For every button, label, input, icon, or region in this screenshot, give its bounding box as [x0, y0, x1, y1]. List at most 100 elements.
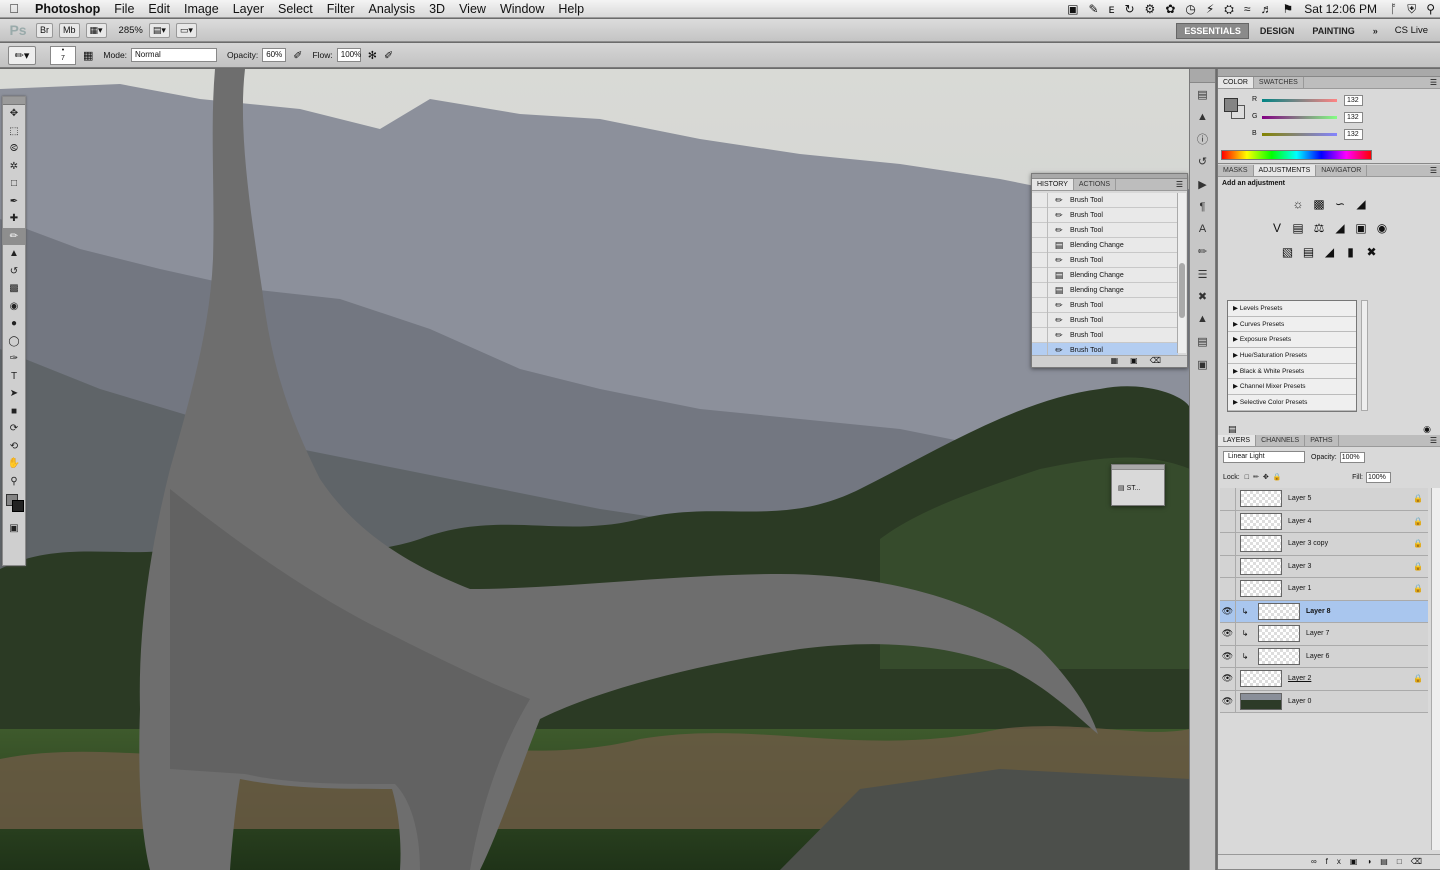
- red-slider[interactable]: R 132: [1252, 95, 1392, 108]
- menu-view[interactable]: View: [452, 2, 493, 16]
- menu-layer[interactable]: Layer: [226, 2, 271, 16]
- history-item[interactable]: ✏ Brush Tool: [1032, 222, 1178, 238]
- camera-snapshot-icon[interactable]: ▣: [1130, 356, 1150, 365]
- mode-select[interactable]: Normal: [131, 48, 218, 62]
- panel-menu-icon[interactable]: ☰: [1430, 165, 1437, 176]
- layer-row[interactable]: 👁 Layer 0: [1220, 690, 1428, 713]
- history-dock-icon[interactable]: ↺: [1190, 151, 1215, 174]
- history-item[interactable]: ✏ Brush Tool: [1032, 297, 1178, 313]
- apple-menu-icon[interactable]: : [0, 1, 28, 16]
- curves-icon[interactable]: ∽: [1330, 197, 1351, 211]
- preset-item[interactable]: ▶ Selective Color Presets: [1228, 395, 1356, 411]
- presets-scrollbar[interactable]: [1361, 300, 1368, 411]
- flag-icon[interactable]: ⚑: [1278, 2, 1299, 16]
- layer-opacity-field[interactable]: 100%: [1339, 451, 1365, 463]
- bridge-button[interactable]: Br: [36, 22, 53, 38]
- history-scroll-thumb[interactable]: [1179, 263, 1185, 318]
- path-selection-tool-icon[interactable]: ➤: [3, 385, 25, 403]
- menu-select[interactable]: Select: [271, 2, 320, 16]
- brush-size-picker[interactable]: • 7: [50, 45, 76, 65]
- vibrance-icon[interactable]: V: [1267, 221, 1288, 235]
- panel-menu-icon[interactable]: ☰: [1430, 77, 1437, 88]
- history-item[interactable]: ✏ Brush Tool: [1032, 192, 1178, 208]
- trash-icon[interactable]: ⌫: [1150, 356, 1173, 365]
- blue-slider-track[interactable]: [1262, 133, 1337, 136]
- screen-mode-button[interactable]: ▭▾: [175, 22, 197, 38]
- history-brush-source[interactable]: [1032, 327, 1048, 343]
- cs-live-menu[interactable]: CS Live: [1389, 25, 1440, 36]
- invert-icon[interactable]: ▧: [1277, 245, 1298, 259]
- menu-app[interactable]: Photoshop: [28, 2, 107, 16]
- layer-row[interactable]: Layer 3 🔒: [1220, 555, 1428, 578]
- zoom-tool-icon[interactable]: ⚲: [3, 473, 25, 491]
- green-slider-track[interactable]: [1262, 116, 1337, 119]
- wifi-icon[interactable]: ≈: [1239, 2, 1256, 16]
- tab-layers[interactable]: LAYERS: [1218, 435, 1257, 446]
- mini-panel-body[interactable]: ▤ ST...: [1112, 470, 1164, 492]
- gradient-map-icon[interactable]: ▮: [1340, 245, 1361, 259]
- brush-panel-toggle-icon[interactable]: ▦: [83, 49, 93, 62]
- visibility-toggle[interactable]: [1220, 510, 1236, 533]
- lock-pixels-icon[interactable]: ✏: [1253, 473, 1259, 481]
- shield-icon[interactable]: ⛨: [1402, 2, 1421, 17]
- flower-icon[interactable]: ✿: [1160, 2, 1180, 16]
- hand-tool-icon[interactable]: ✋: [3, 455, 25, 473]
- zoom-level[interactable]: 285%: [119, 25, 143, 36]
- tab-color[interactable]: COLOR: [1218, 77, 1254, 88]
- preset-item[interactable]: ▶ Black & White Presets: [1228, 364, 1356, 380]
- background-color-swatch[interactable]: [12, 500, 24, 512]
- lasso-tool-icon[interactable]: ⧀: [3, 140, 25, 158]
- blend-mode-select[interactable]: Linear Light: [1223, 451, 1305, 463]
- new-layer-icon[interactable]: □: [1397, 857, 1411, 866]
- trash-icon[interactable]: ⌫: [1411, 857, 1431, 866]
- tab-adjustments[interactable]: ADJUSTMENTS: [1253, 165, 1317, 176]
- menu-help[interactable]: Help: [551, 2, 591, 16]
- tab-masks[interactable]: MASKS: [1218, 165, 1254, 176]
- red-value-field[interactable]: 132: [1344, 95, 1363, 106]
- history-brush-source[interactable]: [1032, 222, 1048, 238]
- history-brush-source[interactable]: [1032, 192, 1048, 208]
- settings-icon[interactable]: ⚙: [1140, 2, 1161, 16]
- type-tool-icon[interactable]: T: [3, 368, 25, 386]
- selective-color-icon[interactable]: ✖: [1361, 245, 1382, 259]
- opacity-field[interactable]: 60%: [262, 48, 287, 62]
- green-slider[interactable]: G 132: [1252, 112, 1392, 125]
- menu-edit[interactable]: Edit: [141, 2, 177, 16]
- tab-history[interactable]: HISTORY: [1032, 179, 1074, 190]
- layer-row[interactable]: Layer 4 🔒: [1220, 510, 1428, 533]
- tools-panel-grip[interactable]: [3, 97, 25, 105]
- preset-item[interactable]: ▶ Curves Presets: [1228, 317, 1356, 333]
- layer-row[interactable]: Layer 1 🔒: [1220, 577, 1428, 601]
- notes-icon[interactable]: ▣: [1190, 353, 1215, 376]
- tool-presets-icon[interactable]: ✖: [1190, 286, 1215, 309]
- camera-icon[interactable]: ▣: [1062, 2, 1083, 16]
- menu-image[interactable]: Image: [177, 2, 226, 16]
- tab-swatches[interactable]: SWATCHES: [1254, 77, 1304, 88]
- photo-filter-icon[interactable]: ▣: [1351, 221, 1372, 235]
- tool-preset-picker[interactable]: ✏ ▾: [8, 45, 36, 65]
- histogram-icon[interactable]: ▲: [1190, 106, 1215, 129]
- brightness-contrast-icon[interactable]: ☼: [1288, 197, 1309, 211]
- adjustment-layer-icon[interactable]: ◑: [1366, 857, 1380, 866]
- workspace-painting[interactable]: PAINTING: [1305, 24, 1361, 38]
- history-item[interactable]: ✏ Brush Tool: [1032, 207, 1178, 223]
- gear-icon[interactable]: ⛭: [1219, 2, 1239, 17]
- dock-grip[interactable]: [1190, 69, 1215, 83]
- add-mask-icon[interactable]: ▣: [1350, 857, 1367, 866]
- threshold-icon[interactable]: ◢: [1319, 245, 1340, 259]
- tablet-size-pressure-icon[interactable]: ✐: [384, 49, 393, 62]
- shape-tool-icon[interactable]: ■: [3, 403, 25, 421]
- history-brush-source[interactable]: [1032, 267, 1048, 283]
- menu-analysis[interactable]: Analysis: [362, 2, 423, 16]
- new-document-from-state-icon[interactable]: ▦: [1111, 356, 1131, 365]
- channel-mixer-icon[interactable]: ◉: [1372, 221, 1393, 235]
- preset-item[interactable]: ▶ Channel Mixer Presets: [1228, 379, 1356, 396]
- mini-bridge-button[interactable]: Mb: [59, 22, 80, 38]
- tablet-opacity-pressure-icon[interactable]: ✐: [293, 49, 302, 62]
- panel-menu-icon[interactable]: ☰: [1176, 179, 1183, 190]
- color-ramp[interactable]: [1221, 150, 1372, 160]
- eye-icon[interactable]: 👁: [1220, 622, 1236, 645]
- time-machine-icon[interactable]: ◷: [1180, 2, 1200, 16]
- clone-stamp-tool-icon[interactable]: ▲: [3, 245, 25, 263]
- quick-selection-tool-icon[interactable]: ✲: [3, 158, 25, 176]
